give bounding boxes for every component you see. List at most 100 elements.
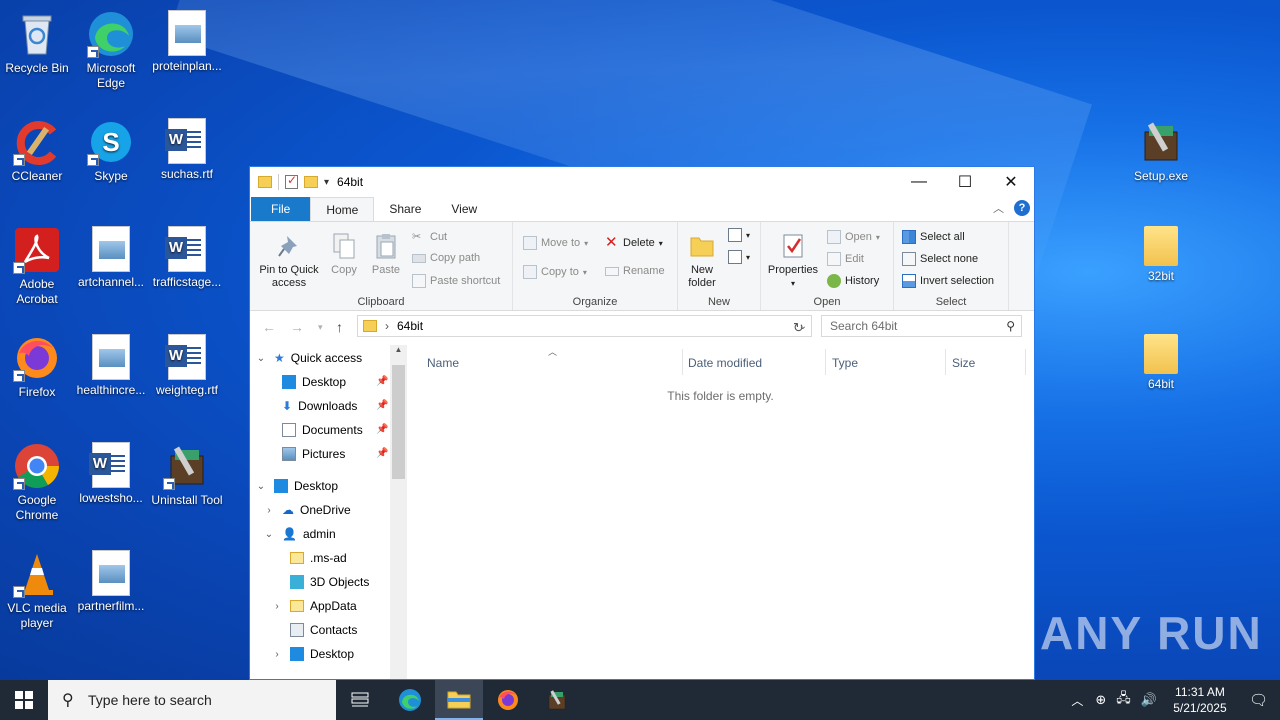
desktop-icon-microsoft-edge[interactable]: Microsoft Edge: [74, 8, 148, 91]
desktop-icon-skype[interactable]: S Skype: [74, 116, 148, 184]
column-divider[interactable]: [945, 349, 946, 375]
desktop-icon-google-chrome[interactable]: Google Chrome: [0, 440, 74, 523]
taskbar-search-input[interactable]: ⚲ Type here to search: [48, 680, 336, 720]
desktop-icon-adobe-acrobat[interactable]: Adobe Acrobat: [0, 224, 74, 307]
desktop-icon-ccleaner[interactable]: CCleaner: [0, 116, 74, 184]
uninstall-tool-icon: [163, 442, 211, 490]
properties-icon[interactable]: [285, 173, 298, 189]
clock[interactable]: 11:31 AM 5/21/2025: [1165, 684, 1235, 716]
nav-item-admin[interactable]: ⌄ 👤 admin: [264, 523, 336, 545]
desktop-icon-weighteg-rtf[interactable]: W weighteg.rtf: [150, 332, 224, 398]
new-item-button[interactable]: ▾: [728, 228, 750, 242]
properties-button[interactable]: Properties ▾: [765, 232, 821, 290]
nav-item-ms-ad[interactable]: .ms-ad: [290, 547, 347, 569]
tab-file[interactable]: File: [251, 197, 311, 221]
desktop-icon-vlc[interactable]: VLC media player: [0, 548, 74, 631]
scroll-thumb[interactable]: [392, 365, 405, 479]
nav-item-qa-downloads[interactable]: ⬇ Downloads: [282, 395, 357, 417]
desktop-icon-trafficstage[interactable]: W trafficstage...: [150, 224, 224, 290]
column-name[interactable]: Name: [427, 351, 459, 375]
desktop-icon-64bit-folder[interactable]: 64bit: [1124, 332, 1198, 392]
column-type[interactable]: Type: [832, 351, 858, 375]
refresh-icon[interactable]: ↻: [793, 320, 804, 336]
close-button[interactable]: ✕: [988, 167, 1034, 197]
qat-dropdown-icon[interactable]: ▾: [324, 177, 329, 188]
volume-icon[interactable]: 🔊: [1141, 692, 1157, 708]
address-bar[interactable]: › 64bit ⌄: [357, 315, 812, 337]
edit-button[interactable]: Edit: [827, 252, 864, 266]
nav-item-contacts[interactable]: Contacts: [290, 619, 357, 641]
nav-item-desktop[interactable]: ⌄ Desktop: [256, 475, 338, 497]
nav-item-3d-objects[interactable]: 3D Objects: [290, 571, 369, 593]
copy-button[interactable]: Copy: [324, 232, 364, 277]
notifications-icon[interactable]: 🗨: [1249, 691, 1268, 709]
network-icon[interactable]: 🖧: [1116, 689, 1131, 711]
desktop-icon-32bit-folder[interactable]: 32bit: [1124, 224, 1198, 284]
maximize-button[interactable]: ☐: [942, 167, 988, 197]
copy-to-button[interactable]: Copy to ▾: [523, 265, 587, 279]
show-hidden-icons-chevron-icon[interactable]: ︿: [1071, 692, 1083, 709]
rename-button[interactable]: Rename: [605, 265, 665, 277]
forward-arrow-icon[interactable]: →: [290, 319, 304, 335]
select-all-button[interactable]: Select all: [902, 230, 965, 244]
column-date-modified[interactable]: Date modified: [688, 351, 762, 375]
invert-selection-button[interactable]: Invert selection: [902, 274, 994, 288]
desktop-icon-firefox[interactable]: Firefox: [0, 332, 74, 400]
nav-scrollbar[interactable]: ▲: [390, 345, 407, 679]
new-folder-icon[interactable]: [304, 176, 318, 188]
up-arrow-icon[interactable]: ↑: [336, 319, 343, 335]
network-device-icon[interactable]: ⊕: [1095, 692, 1106, 708]
paste-button[interactable]: Paste: [366, 232, 406, 277]
title-bar[interactable]: ▾ 64bit — ☐ ✕: [250, 167, 1034, 197]
task-view-button[interactable]: [336, 680, 384, 720]
taskbar-edge-button[interactable]: [386, 680, 434, 720]
nav-item-onedrive[interactable]: › ☁ OneDrive: [264, 499, 350, 521]
desktop-icon-setup-exe[interactable]: Setup.exe: [1124, 116, 1198, 184]
history-button[interactable]: History: [827, 274, 879, 288]
taskbar-firefox-button[interactable]: [484, 680, 532, 720]
move-to-button[interactable]: Move to ▾: [523, 236, 588, 250]
recent-locations-icon[interactable]: ▾: [318, 322, 323, 333]
start-button[interactable]: [0, 680, 48, 720]
tab-home[interactable]: Home: [310, 197, 375, 221]
nav-item-qa-documents[interactable]: Documents: [282, 419, 363, 441]
select-none-button[interactable]: Select none: [902, 252, 978, 266]
nav-item-appdata[interactable]: › AppData: [272, 595, 356, 617]
back-arrow-icon[interactable]: ←: [262, 319, 276, 335]
open-button[interactable]: Open ▾: [827, 230, 880, 244]
minimize-button[interactable]: —: [896, 167, 942, 197]
search-input[interactable]: Search 64bit ⚲: [821, 315, 1022, 337]
easy-access-button[interactable]: ▾: [728, 250, 750, 264]
desktop-icon-lowestsho[interactable]: W lowestsho...: [74, 440, 148, 506]
desktop-icon-artchannel[interactable]: artchannel...: [74, 224, 148, 290]
new-folder-button[interactable]: New folder: [684, 232, 720, 290]
nav-item-qa-desktop[interactable]: Desktop: [282, 371, 346, 393]
desktop-icon-uninstall-tool[interactable]: Uninstall Tool: [150, 440, 224, 508]
desktop-icon-suchas-rtf[interactable]: W suchas.rtf: [150, 116, 224, 182]
file-list[interactable]: ︿ Name Date modified Type Size This fold…: [407, 345, 1034, 679]
pin-to-quick-access-button[interactable]: Pin to Quick access: [256, 232, 322, 290]
breadcrumb-current[interactable]: 64bit: [397, 319, 423, 333]
desktop-icon-proteinplan[interactable]: proteinplan...: [150, 8, 224, 74]
tab-share[interactable]: Share: [374, 197, 436, 221]
scroll-up-icon[interactable]: ▲: [390, 345, 407, 354]
nav-item-quick-access[interactable]: ⌄ ★ Quick access: [256, 347, 362, 369]
column-divider[interactable]: [682, 349, 683, 375]
nav-item-admin-desktop[interactable]: › Desktop: [272, 643, 354, 665]
help-icon[interactable]: ?: [1014, 200, 1030, 216]
desktop-icon-partnerfilm[interactable]: partnerfilm...: [74, 548, 148, 614]
paste-shortcut-button[interactable]: Paste shortcut: [412, 274, 500, 288]
column-size[interactable]: Size: [952, 351, 975, 375]
desktop-icon-recycle-bin[interactable]: Recycle Bin: [0, 8, 74, 76]
copy-path-button[interactable]: Copy path: [412, 252, 480, 264]
taskbar-file-explorer-button[interactable]: [435, 680, 483, 720]
column-divider[interactable]: [1025, 349, 1026, 375]
nav-item-qa-pictures[interactable]: Pictures: [282, 443, 345, 465]
collapse-ribbon-icon[interactable]: ︿: [993, 200, 1004, 216]
delete-button[interactable]: ✕ Delete ▾: [605, 235, 663, 250]
tab-view[interactable]: View: [436, 197, 492, 221]
column-divider[interactable]: [825, 349, 826, 375]
taskbar-installer-button[interactable]: [533, 680, 581, 720]
cut-button[interactable]: ✂ Cut: [412, 230, 447, 244]
desktop-icon-healthincre[interactable]: healthincre...: [74, 332, 148, 398]
